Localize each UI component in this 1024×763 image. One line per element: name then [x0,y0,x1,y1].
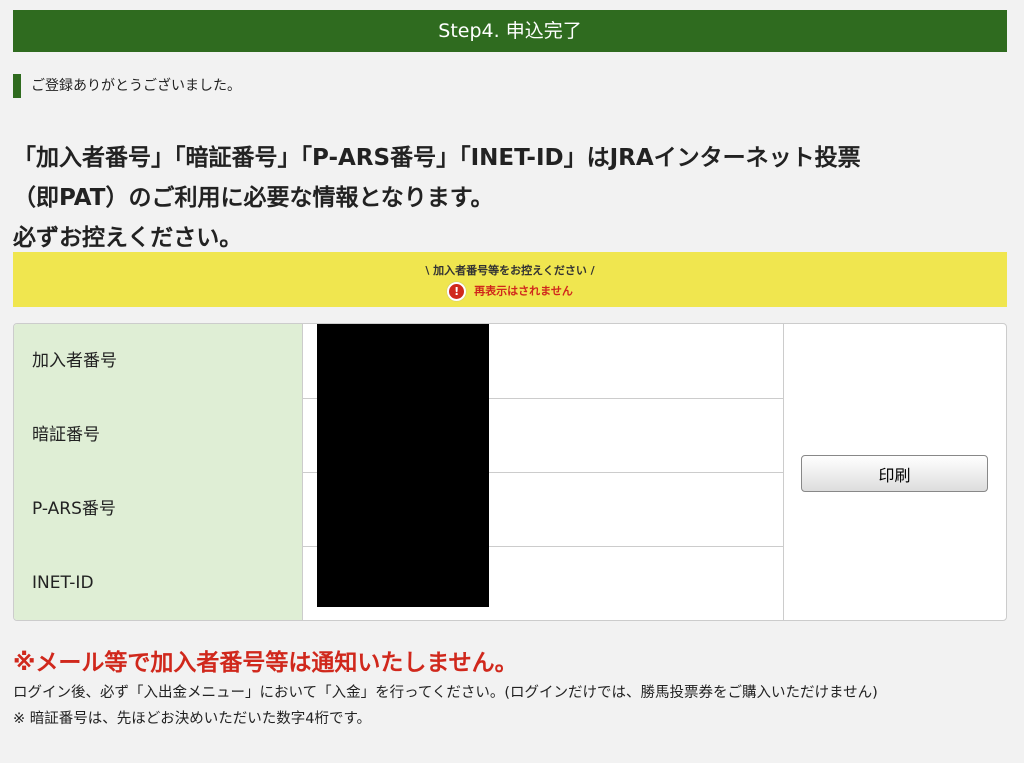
note-1: ログイン後、必ず「入出金メニュー」において「入金」を行ってください。(ログインだ… [13,685,878,701]
banner-line-2: 再表示はされません [474,284,573,298]
notes: ログイン後、必ず「入出金メニュー」において「入金」を行ってください。(ログインだ… [13,680,1013,732]
row-label: 加入者番号 [14,324,303,398]
lead-line-1: 「加入者番号」「暗証番号」「P-ARS番号」「INET-ID」はJRAインターネ… [13,145,861,171]
note-2: ※ 暗証番号は、先ほどお決めいただいた数字4桁です。 [13,711,372,727]
credentials-table: 加入者番号 暗証番号 P-ARS番号 INET-ID 印刷 [13,323,1007,621]
alert-icon: ! [447,282,467,301]
step-header: Step4. 申込完了 [13,10,1007,52]
lead-text: 「加入者番号」「暗証番号」「P-ARS番号」「INET-ID」はJRAインターネ… [13,138,1013,258]
notice-banner: \ 加入者番号等をお控えください / ! 再表示はされません [13,252,1007,307]
redaction-box [317,324,489,607]
row-label: INET-ID [14,546,303,620]
row-label: P-ARS番号 [14,472,303,546]
banner-line-1: \ 加入者番号等をお控えください / [425,264,595,277]
lead-line-2: （即PAT）のご利用に必要な情報となります。 [13,185,494,211]
row-label: 暗証番号 [14,398,303,472]
warning-text: ※メール等で加入者番号等は通知いたしません。 [13,650,518,676]
thanks-message: ご登録ありがとうございました。 [13,74,241,98]
print-button[interactable]: 印刷 [801,455,988,492]
